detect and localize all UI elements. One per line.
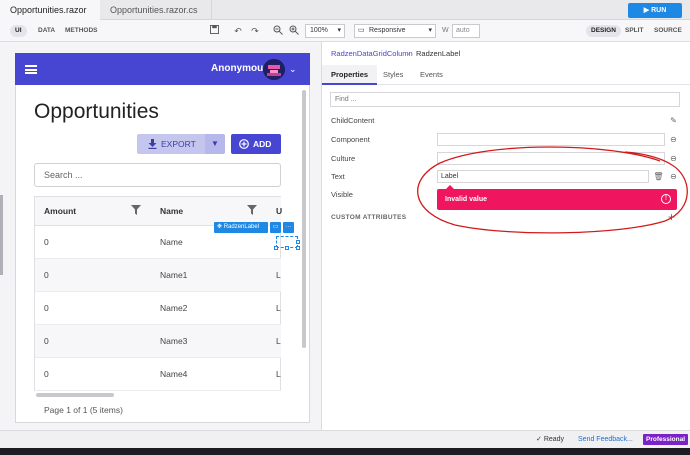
cell-amount: 0 bbox=[44, 303, 49, 313]
mode-methods[interactable]: METHODS bbox=[65, 25, 98, 37]
user-name: Anonymous bbox=[211, 63, 269, 74]
tab-properties[interactable]: Properties bbox=[322, 65, 378, 85]
cell-amount: 0 bbox=[44, 336, 49, 346]
breadcrumb-parent[interactable]: RadzenDataGridColumn bbox=[331, 49, 413, 59]
tab-styles[interactable]: Styles bbox=[374, 65, 412, 85]
cell-u: L bbox=[276, 270, 281, 280]
cell-amount: 0 bbox=[44, 237, 49, 247]
responsive-select[interactable]: ▭ Responsive ▾ bbox=[354, 24, 436, 38]
custom-attributes-header: CUSTOM ATTRIBUTES bbox=[331, 214, 407, 221]
file-tab-opportunities-razor-cs[interactable]: Opportunities.razor.cs bbox=[100, 0, 212, 20]
cell-name: Name3 bbox=[160, 336, 188, 346]
more-icon[interactable]: ··· bbox=[283, 222, 294, 233]
table-row[interactable] bbox=[35, 259, 281, 292]
filter-icon[interactable] bbox=[131, 205, 141, 215]
cell-name: Name2 bbox=[160, 303, 188, 313]
zoom-select[interactable]: 100% ▾ bbox=[305, 24, 345, 38]
property-label-childcontent: ChildContent bbox=[331, 116, 375, 125]
send-feedback-link[interactable]: Send Feedback... bbox=[578, 435, 633, 444]
zoom-in-icon[interactable] bbox=[288, 25, 300, 37]
resize-handle[interactable] bbox=[285, 246, 289, 250]
avatar[interactable] bbox=[263, 59, 285, 80]
find-property-input[interactable]: Find ... bbox=[330, 92, 680, 107]
chevron-down-icon: ▾ bbox=[337, 27, 341, 34]
width-label: W bbox=[442, 27, 449, 34]
view-split[interactable]: SPLIT bbox=[625, 25, 643, 37]
column-header-u[interactable]: U bbox=[276, 205, 282, 217]
cell-name: Name1 bbox=[160, 270, 188, 280]
resize-handle[interactable] bbox=[296, 240, 300, 244]
run-button[interactable]: ▶ RUN bbox=[628, 3, 682, 18]
cell-u: L bbox=[276, 303, 281, 313]
property-label-visible: Visible bbox=[331, 190, 353, 199]
table-row[interactable] bbox=[35, 358, 281, 391]
selected-component-chip[interactable]: ✥ RadzenLabel bbox=[214, 222, 268, 233]
cell-u: L bbox=[276, 369, 281, 379]
export-dropdown-toggle[interactable]: ▼ bbox=[205, 134, 225, 154]
resize-handle[interactable] bbox=[274, 246, 278, 250]
zoom-out-icon[interactable] bbox=[272, 25, 284, 37]
column-header-name[interactable]: Name bbox=[160, 205, 183, 217]
add-circle-icon bbox=[239, 139, 249, 149]
check-icon: ✓ bbox=[536, 436, 544, 443]
hamburger-menu-icon[interactable] bbox=[25, 65, 37, 74]
view-source[interactable]: SOURCE bbox=[654, 25, 682, 37]
canvas-scrollbar[interactable] bbox=[0, 195, 3, 275]
resize-handle[interactable] bbox=[296, 246, 300, 250]
file-tab-opportunities-razor[interactable]: Opportunities.razor bbox=[0, 0, 100, 34]
redo-icon[interactable]: ↷ bbox=[249, 25, 261, 37]
caret-down-icon: ▼ bbox=[211, 139, 219, 148]
cell-name: Name bbox=[160, 237, 183, 247]
cell-amount: 0 bbox=[44, 369, 49, 379]
pager-summary: Page 1 of 1 (5 items) bbox=[44, 405, 123, 415]
tab-events[interactable]: Events bbox=[411, 65, 452, 85]
breadcrumb-current: RadzenLabel bbox=[416, 49, 461, 58]
download-icon bbox=[148, 139, 157, 149]
edition-badge: Professional bbox=[643, 434, 689, 445]
os-taskbar bbox=[0, 448, 690, 455]
table-row[interactable] bbox=[35, 325, 281, 358]
page-title: Opportunities bbox=[34, 100, 159, 123]
width-input[interactable]: auto bbox=[452, 24, 480, 38]
property-label-component: Component bbox=[331, 135, 370, 144]
chevron-down-icon: ▾ bbox=[428, 27, 432, 34]
move-icon: ✥ bbox=[217, 224, 224, 230]
view-design[interactable]: DESIGN bbox=[586, 25, 621, 37]
property-label-text: Text bbox=[331, 172, 345, 181]
property-label-culture: Culture bbox=[331, 154, 356, 163]
undo-icon[interactable]: ↶ bbox=[232, 25, 244, 37]
column-header-amount[interactable]: Amount bbox=[44, 205, 76, 217]
chevron-down-icon[interactable]: ⌄ bbox=[289, 63, 297, 75]
search-input[interactable]: Search ... bbox=[34, 163, 281, 187]
mode-data[interactable]: DATA bbox=[38, 25, 55, 37]
breadcrumb-separator-icon: › bbox=[407, 49, 410, 58]
play-icon: ▶ bbox=[643, 7, 652, 14]
add-button[interactable]: ADD bbox=[231, 134, 281, 154]
cell-name: Name4 bbox=[160, 369, 188, 379]
save-icon[interactable] bbox=[208, 25, 220, 37]
device-vertical-scrollbar[interactable] bbox=[302, 90, 306, 348]
filter-icon[interactable] bbox=[247, 205, 257, 215]
annotation-circle bbox=[417, 146, 688, 234]
pencil-icon[interactable]: ✎ bbox=[668, 115, 679, 126]
status-ready: ✓ Ready bbox=[536, 436, 565, 443]
table-row[interactable] bbox=[35, 292, 281, 325]
device-icon: ▭ bbox=[358, 27, 365, 34]
mode-ui[interactable]: UI bbox=[10, 25, 27, 37]
grid-horizontal-scrollbar[interactable] bbox=[36, 393, 114, 397]
cell-u: L bbox=[276, 336, 281, 346]
export-button[interactable]: EXPORT bbox=[137, 134, 205, 154]
component-edit-icon[interactable]: ▭ bbox=[270, 222, 281, 233]
cell-amount: 0 bbox=[44, 270, 49, 280]
